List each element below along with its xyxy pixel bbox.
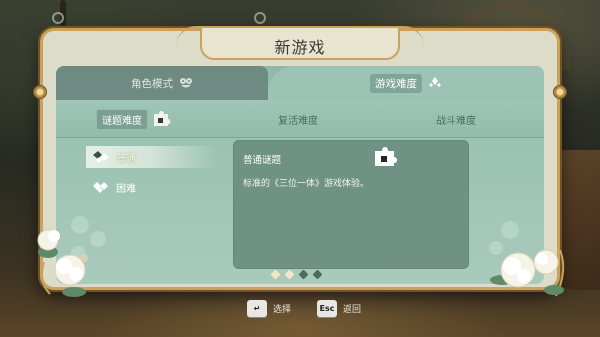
hint-label: 返回 <box>343 305 362 315</box>
tab-label: 角色模式 <box>131 77 173 90</box>
page-dot[interactable] <box>270 269 281 280</box>
frame-ring-decor <box>52 12 64 24</box>
hint-select[interactable]: ↵ 选择 <box>247 300 291 317</box>
page-dot-current[interactable] <box>284 269 295 280</box>
enter-key-icon: ↵ <box>247 300 267 317</box>
hint-label: 选择 <box>273 305 292 315</box>
puzzle-pieces-icon <box>92 150 110 164</box>
detail-title: 普通谜题 <box>243 155 282 166</box>
tab-character-mode[interactable]: 角色模式 <box>56 66 268 100</box>
page-indicator <box>270 269 323 280</box>
title-plate: 新游戏 <box>176 26 424 60</box>
subtab-puzzle-difficulty[interactable]: 谜题难度 <box>96 100 170 138</box>
hint-back[interactable]: Esc 返回 <box>317 300 361 317</box>
difficulty-sub-tabs: 谜题难度 复活难度 战斗难度 <box>56 100 544 138</box>
frame-ring-decor <box>254 12 266 24</box>
difficulty-option-hard[interactable]: 困难 <box>86 176 216 198</box>
subtab-label: 战斗难度 <box>436 115 476 127</box>
page-dot[interactable] <box>312 269 323 280</box>
cotton-flower-icon <box>490 240 570 304</box>
difficulty-option-list: 普通 困难 <box>86 146 216 206</box>
tab-label: 游戏难度 <box>370 73 422 93</box>
option-label: 普通 <box>116 153 136 165</box>
top-tab-bar: 角色模式 游戏难度 <box>56 66 544 100</box>
detail-description: 标准的《三位一体》游戏体验。 <box>243 179 370 189</box>
difficulty-option-normal[interactable]: 普通 <box>86 146 216 168</box>
tab-game-difficulty[interactable]: 游戏难度 <box>268 66 544 100</box>
difficulty-detail-panel: 普通谜题 标准的《三位一体》游戏体验。 <box>233 140 469 269</box>
subtab-combat-difficulty[interactable]: 战斗难度 <box>436 100 476 138</box>
frame-stud <box>33 85 47 99</box>
subtab-revive-difficulty[interactable]: 复活难度 <box>278 100 318 138</box>
subtab-label: 复活难度 <box>278 115 318 127</box>
puzzle-pieces-icon <box>92 180 110 194</box>
frame-stud <box>553 85 567 99</box>
esc-key-icon: Esc <box>317 300 337 317</box>
page-dot[interactable] <box>298 269 309 280</box>
page-title: 新游戏 <box>274 38 326 57</box>
mask-icon <box>179 76 193 90</box>
option-label: 困难 <box>116 183 136 195</box>
subtab-label: 谜题难度 <box>96 108 148 130</box>
cotton-flower-icon <box>34 222 106 300</box>
puzzle-icon <box>152 111 170 127</box>
diamond-cluster-icon <box>428 76 442 90</box>
puzzle-icon <box>373 147 397 167</box>
